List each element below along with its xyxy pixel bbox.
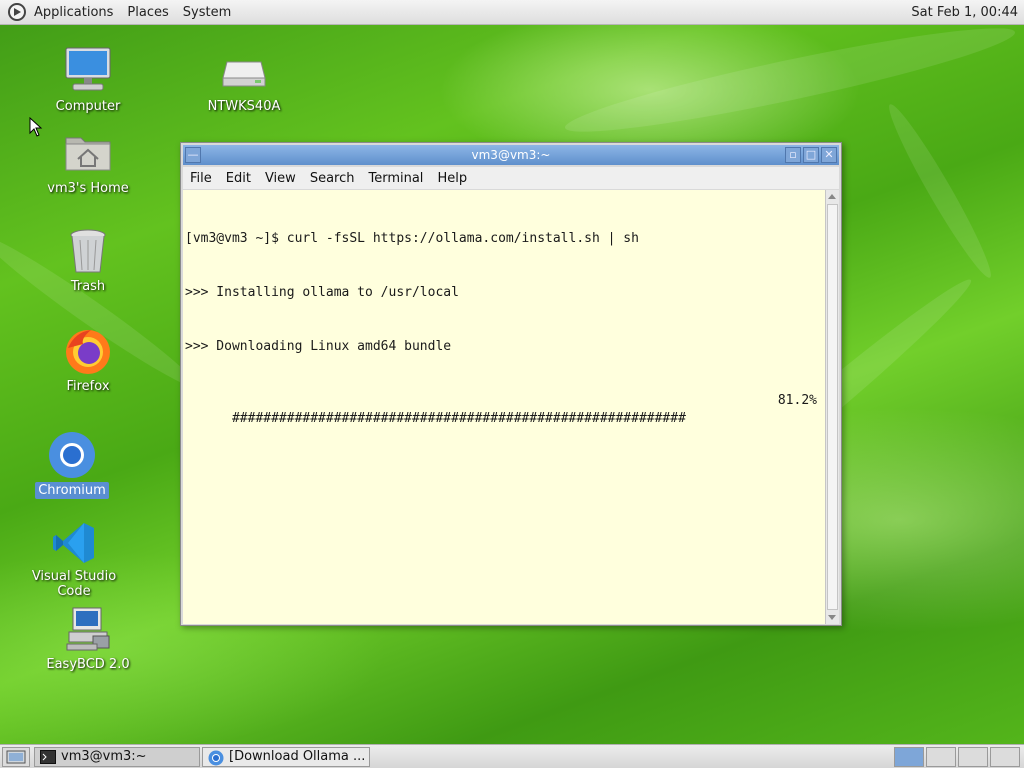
desktop-icon-vscode[interactable]: Visual Studio Code xyxy=(19,520,129,600)
menu-terminal[interactable]: Terminal xyxy=(361,171,430,186)
bottom-panel: vm3@vm3:~ [Download Ollama ... xyxy=(0,744,1024,768)
chromium-icon xyxy=(208,750,224,766)
home-folder-icon xyxy=(63,128,113,178)
trash-icon xyxy=(63,226,113,276)
desktop-icon-home[interactable]: vm3's Home xyxy=(33,128,143,197)
desktop-icon-label: EasyBCD 2.0 xyxy=(46,657,130,672)
terminal-window[interactable]: — vm3@vm3:~ ▫ □ ✕ File Edit View Search … xyxy=(180,142,842,626)
maximize-button[interactable]: □ xyxy=(803,147,819,163)
desktop-icon-label: Computer xyxy=(55,99,121,114)
system-menu-label: System xyxy=(182,4,232,20)
desktop-icon-label: Visual Studio Code xyxy=(31,569,117,599)
scroll-down-arrow-icon[interactable] xyxy=(828,615,836,620)
desktop-icon-easybcd[interactable]: EasyBCD 2.0 xyxy=(33,606,143,673)
terminal-line: >>> Downloading Linux amd64 bundle xyxy=(185,339,452,354)
drive-icon xyxy=(219,52,269,96)
taskbar-item-chromium[interactable]: [Download Ollama ... xyxy=(202,747,370,767)
show-desktop-icon xyxy=(6,750,26,764)
applications-menu-label: Applications xyxy=(34,4,114,20)
firefox-icon xyxy=(63,326,113,376)
terminal-line: >>> Installing ollama to /usr/local xyxy=(185,285,459,300)
terminal-icon xyxy=(40,750,56,764)
computer-icon xyxy=(63,46,113,96)
window-titlebar[interactable]: — vm3@vm3:~ ▫ □ ✕ xyxy=(183,145,839,165)
taskbar-item-label: vm3@vm3:~ xyxy=(61,749,147,764)
menu-search[interactable]: Search xyxy=(303,171,362,186)
workspace-4[interactable] xyxy=(990,747,1020,767)
desktop-icon-label: Trash xyxy=(70,279,106,294)
desktop-icon-trash[interactable]: Trash xyxy=(33,226,143,295)
places-menu[interactable]: Places xyxy=(123,0,178,25)
terminal-line: [vm3@vm3 ~]$ curl -fsSL https://ollama.c… xyxy=(185,231,639,246)
places-menu-label: Places xyxy=(127,4,169,20)
taskbar-item-terminal[interactable]: vm3@vm3:~ xyxy=(34,747,200,767)
desktop-icon-label: Firefox xyxy=(66,379,110,394)
mouse-pointer-icon xyxy=(29,117,43,137)
desktop-icon-firefox[interactable]: Firefox xyxy=(33,326,143,395)
progress-line: ########################################… xyxy=(185,392,825,426)
top-panel: Applications Places System Sat Feb 1, 00… xyxy=(0,0,1024,25)
menu-edit[interactable]: Edit xyxy=(219,171,258,186)
desktop-icon-label: NTWKS40A xyxy=(207,99,281,114)
clock[interactable]: Sat Feb 1, 00:44 xyxy=(911,0,1018,25)
applications-menu[interactable]: Applications xyxy=(0,0,123,25)
workspace-1[interactable] xyxy=(894,747,924,767)
close-button[interactable]: ✕ xyxy=(821,147,837,163)
workspace-3[interactable] xyxy=(958,747,988,767)
chromium-icon xyxy=(47,430,97,480)
menu-file[interactable]: File xyxy=(183,171,219,186)
terminal-menubar: File Edit View Search Terminal Help xyxy=(183,167,839,189)
progress-percent: 81.2% xyxy=(777,393,817,408)
progress-bar-text: ########################################… xyxy=(231,411,686,426)
menu-view[interactable]: View xyxy=(258,171,303,186)
system-menu[interactable]: System xyxy=(179,0,241,25)
taskbar-item-label: [Download Ollama ... xyxy=(229,749,366,764)
desktop-icon-computer[interactable]: Computer xyxy=(33,46,143,115)
desktop-icon-label: vm3's Home xyxy=(47,181,129,196)
gnome-foot-icon xyxy=(8,3,26,21)
workspace-2[interactable] xyxy=(926,747,956,767)
vscode-icon xyxy=(49,520,99,566)
desktop-icon-chromium[interactable]: Chromium xyxy=(17,430,127,499)
minimize-button[interactable]: ▫ xyxy=(785,147,801,163)
window-title: vm3@vm3:~ xyxy=(471,148,551,162)
easybcd-icon xyxy=(63,606,113,654)
desktop-icon-ntwks40a[interactable]: NTWKS40A xyxy=(189,52,299,115)
terminal-output[interactable]: [vm3@vm3 ~]$ curl -fsSL https://ollama.c… xyxy=(183,190,825,624)
show-desktop-button[interactable] xyxy=(2,747,30,767)
window-menu-button[interactable]: — xyxy=(185,147,201,163)
scrollbar-thumb[interactable] xyxy=(827,204,838,610)
scroll-up-arrow-icon[interactable] xyxy=(828,194,836,199)
menu-help[interactable]: Help xyxy=(430,171,474,186)
terminal-scrollbar[interactable] xyxy=(825,190,839,624)
desktop-icon-label: Chromium xyxy=(35,482,109,499)
